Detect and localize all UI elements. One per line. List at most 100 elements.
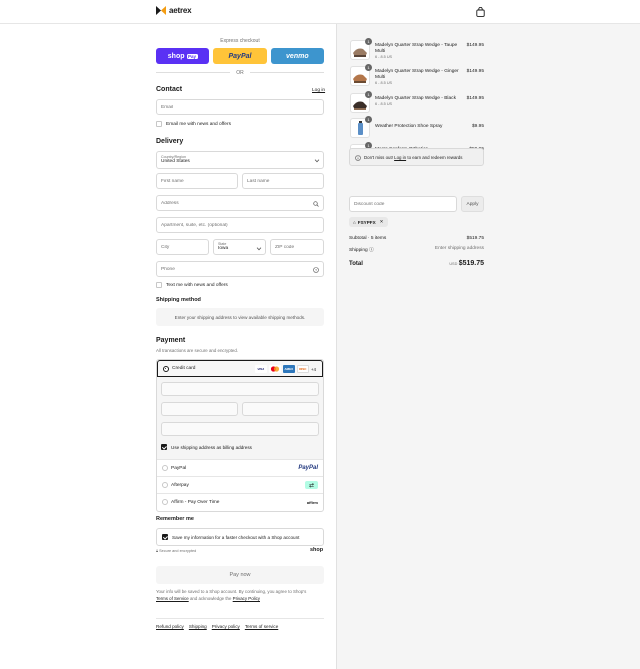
brand-logo[interactable]: aetrex <box>156 6 192 15</box>
email-field[interactable] <box>156 99 324 115</box>
product-variant: 6 - 8.5 US <box>375 81 393 85</box>
billing-same-label: Use shipping address as billing address <box>171 445 252 450</box>
city-field[interactable] <box>156 239 209 255</box>
privacy-policy-link[interactable]: Privacy policy <box>212 624 240 629</box>
product-price: $149.95 <box>466 43 484 48</box>
currency-label: USD <box>449 262 458 266</box>
login-link[interactable]: Log in <box>312 88 325 93</box>
country-select[interactable]: Country/Region United States <box>156 151 324 169</box>
payment-subtitle: All transactions are secure and encrypte… <box>156 348 239 353</box>
more-cards-badge: +4 <box>310 366 316 372</box>
city-input[interactable] <box>161 244 204 250</box>
security-code-field[interactable] <box>242 402 319 416</box>
payment-title: Payment <box>156 337 186 344</box>
discount-code-input[interactable] <box>354 201 452 207</box>
product-price: $149.95 <box>466 96 484 101</box>
expiration-field[interactable] <box>161 402 238 416</box>
phone-input[interactable] <box>161 266 319 272</box>
shipping-method-title: Shipping method <box>156 297 201 303</box>
amex-icon: AMEX <box>282 365 295 373</box>
subtotal-value: $519.75 <box>466 236 484 241</box>
cart-item: 1 Madelyn Quarter Strap Wedge - Black 6 … <box>350 91 484 113</box>
aetrex-logo-icon <box>156 6 166 15</box>
address-input[interactable] <box>161 200 319 206</box>
remember-box: Save my information for a faster checkou… <box>156 528 324 546</box>
last-name-input[interactable] <box>247 178 319 184</box>
info-icon <box>355 155 361 161</box>
address-field[interactable] <box>156 195 324 211</box>
brand-name: aetrex <box>169 6 192 15</box>
name-on-card-field[interactable] <box>161 422 319 436</box>
affirm-option[interactable]: Affirm - Pay Over Time affirm <box>157 494 323 511</box>
credit-card-form: Use shipping address as billing address <box>157 377 323 460</box>
express-checkout-title: Express checkout <box>220 38 260 44</box>
cart-item: 1 Weather Protection Shoe Spray $9.95 <box>350 116 484 138</box>
product-thumbnail: 1 <box>350 91 372 113</box>
total-value: $519.75 <box>458 260 484 267</box>
total-row: Total USD $519.75 <box>349 260 484 267</box>
product-name: Madelyn Quarter Strap Wedge - Ginger Mul… <box>375 69 459 80</box>
shipping-value: Enter shipping address <box>434 246 484 251</box>
text-news-label: Text me with news and offers <box>166 283 228 288</box>
first-name-input[interactable] <box>161 178 233 184</box>
product-variant: 6 - 8.5 US <box>375 102 393 106</box>
paypal-logo: PayPal <box>298 465 318 471</box>
shop-pay-button[interactable]: shop Pay <box>156 48 210 64</box>
email-input[interactable] <box>161 104 319 110</box>
tag-icon: ⌂ <box>353 219 356 225</box>
card-number-field[interactable] <box>161 382 319 396</box>
first-name-field[interactable] <box>156 173 238 189</box>
shopping-bag-icon[interactable] <box>476 7 485 17</box>
shipping-label: Shipping <box>349 248 368 253</box>
zip-input[interactable] <box>275 244 319 250</box>
contact-title: Contact <box>156 86 183 93</box>
phone-field[interactable]: ? <box>156 261 324 277</box>
quantity-badge: 1 <box>365 91 372 98</box>
last-name-field[interactable] <box>242 173 324 189</box>
apartment-input[interactable] <box>161 222 319 228</box>
save-info-checkbox[interactable] <box>162 534 168 540</box>
quantity-badge: 1 <box>365 38 372 45</box>
remove-discount-icon[interactable]: ✕ <box>380 219 384 225</box>
subtotal-label: Subtotal · 5 items <box>349 236 387 241</box>
apartment-field[interactable] <box>156 217 324 233</box>
discount-code-field[interactable] <box>349 196 457 212</box>
product-variant: 6 - 8.5 US <box>375 55 393 59</box>
product-price: $149.95 <box>466 69 484 74</box>
privacy-link[interactable]: Privacy Policy <box>233 596 260 601</box>
discount-code-label: FSYPFX <box>357 219 376 225</box>
total-label: Total <box>349 261 363 267</box>
paypal-option[interactable]: PayPal PayPal <box>157 460 323 477</box>
help-icon[interactable]: ⓘ <box>369 248 374 253</box>
refund-policy-link[interactable]: Refund policy <box>156 624 184 629</box>
terms-of-service-link[interactable]: Terms of service <box>245 624 278 629</box>
terms-link[interactable]: Terms of Service <box>156 596 189 601</box>
rewards-login-link[interactable]: Log in <box>394 155 406 160</box>
search-icon <box>313 201 319 207</box>
discover-icon: DISC <box>296 365 309 373</box>
zip-field[interactable] <box>270 239 324 255</box>
paypal-radio[interactable] <box>162 465 168 471</box>
pay-now-button[interactable]: Pay now <box>156 566 324 584</box>
paypal-button[interactable]: PayPal <box>213 48 267 64</box>
afterpay-radio[interactable] <box>162 482 168 488</box>
checkout-form: Express checkout shop Pay PayPal venmo O… <box>0 24 336 669</box>
shop-logo: shop <box>310 547 324 553</box>
help-icon[interactable]: ? <box>313 267 319 273</box>
cart-item: 1 Madelyn Quarter Strap Wedge - Ginger M… <box>350 64 484 86</box>
venmo-button[interactable]: venmo <box>270 48 324 64</box>
afterpay-icon: ⇄ <box>305 481 318 489</box>
quantity-badge: 1 <box>365 64 372 71</box>
credit-card-option[interactable]: Credit card VISA AMEX DISC +4 <box>157 360 323 377</box>
email-news-checkbox[interactable] <box>156 121 162 127</box>
email-news-label: Email me with news and offers <box>166 122 231 127</box>
apply-discount-button[interactable]: Apply <box>461 196 484 212</box>
afterpay-option[interactable]: Afterpay ⇄ <box>157 477 323 494</box>
credit-card-radio[interactable] <box>163 366 169 372</box>
shipping-link[interactable]: Shipping <box>189 624 207 629</box>
billing-same-checkbox[interactable] <box>161 444 167 450</box>
state-select[interactable]: State Iowa <box>213 239 266 255</box>
text-news-checkbox[interactable] <box>156 282 162 288</box>
mastercard-icon <box>268 365 281 373</box>
affirm-radio[interactable] <box>162 499 168 505</box>
